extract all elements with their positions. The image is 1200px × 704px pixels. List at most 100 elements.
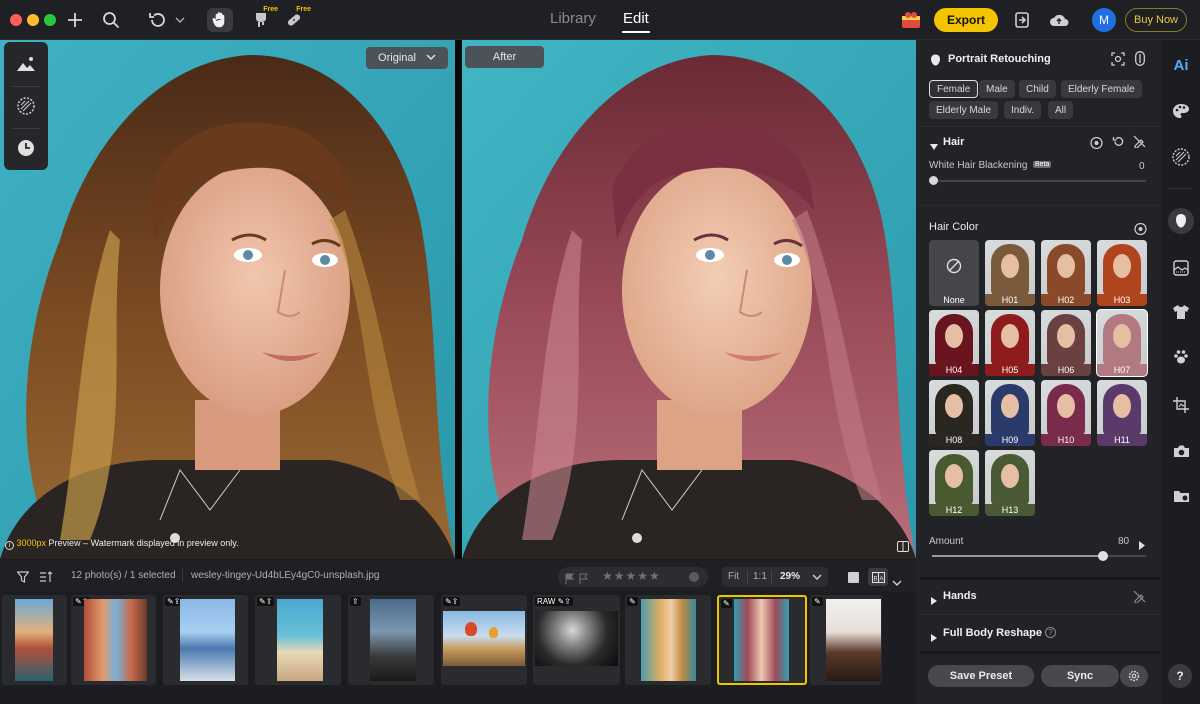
thumbnail-1[interactable] xyxy=(2,595,67,685)
thumbnail-2[interactable]: ✎⇪ xyxy=(71,595,156,685)
collapse-triangle-icon[interactable] xyxy=(930,138,938,156)
split-view-icon[interactable] xyxy=(897,539,909,557)
sync-settings-icon[interactable] xyxy=(1120,665,1148,687)
undo-icon[interactable] xyxy=(146,8,170,32)
hair-swatch-h05[interactable]: H05 xyxy=(985,310,1035,376)
hair-swatch-h01[interactable]: H01 xyxy=(985,240,1035,306)
chip-female[interactable]: Female xyxy=(929,80,979,98)
sort-icon[interactable] xyxy=(39,570,53,588)
zoom-level[interactable]: 29% xyxy=(780,571,800,582)
flag-pick-icon[interactable] xyxy=(565,571,575,589)
star-rating[interactable]: ★★★★★ xyxy=(602,569,661,583)
hair-swatch-h11[interactable]: H11 xyxy=(1097,380,1147,446)
color-label-dot[interactable] xyxy=(689,572,699,582)
history-clock-icon[interactable] xyxy=(4,128,48,168)
import-icon[interactable] xyxy=(1010,8,1034,32)
bandage-icon[interactable]: Free xyxy=(283,6,311,32)
thumbnail-5[interactable]: ⇪ xyxy=(348,595,434,685)
chip-elderly-female[interactable]: Elderly Female xyxy=(1061,80,1142,98)
portrait-module-icon[interactable] xyxy=(1168,208,1194,234)
hair-section-title[interactable]: Hair xyxy=(943,136,964,148)
after-photo[interactable] xyxy=(462,40,916,559)
texture-icon[interactable] xyxy=(1168,144,1194,170)
gift-icon[interactable] xyxy=(898,8,924,32)
export-button[interactable]: Export xyxy=(934,8,998,32)
thumbnail-7[interactable]: RAW ✎⇪ xyxy=(533,595,620,685)
tab-library[interactable]: Library xyxy=(550,10,596,27)
hair-swatch-h12[interactable]: H12 xyxy=(929,450,979,516)
zoom-fit-button[interactable]: Fit xyxy=(728,571,739,582)
hair-swatch-h08[interactable]: H08 xyxy=(929,380,979,446)
thumbnail-9-selected[interactable]: ✎ xyxy=(717,595,807,685)
tab-edit[interactable]: Edit xyxy=(623,10,649,27)
chip-child[interactable]: Child xyxy=(1019,80,1056,98)
face-select-icon[interactable] xyxy=(1111,52,1125,71)
erase-brush-icon[interactable]: Free xyxy=(250,6,278,32)
add-icon[interactable] xyxy=(64,8,86,32)
expand-triangle-icon[interactable] xyxy=(931,629,938,647)
hair-swatch-h09[interactable]: H09 xyxy=(985,380,1035,446)
compare-toggle-icon[interactable] xyxy=(1135,51,1145,71)
mountain-image-icon[interactable] xyxy=(4,44,48,84)
white-hair-slider-thumb[interactable] xyxy=(929,176,938,185)
hair-color-visibility-icon[interactable] xyxy=(1134,222,1147,240)
clothing-icon[interactable] xyxy=(1168,299,1194,325)
visibility-eye-icon[interactable] xyxy=(1090,136,1103,154)
chip-individual[interactable]: Indiv. xyxy=(1004,101,1042,119)
window-minimize-button[interactable] xyxy=(27,14,39,26)
ai-module-icon[interactable]: Ai xyxy=(1168,52,1194,78)
avatar[interactable]: M xyxy=(1092,8,1116,32)
reset-icon[interactable] xyxy=(1112,135,1125,153)
help-button[interactable]: ? xyxy=(1168,664,1192,688)
hair-swatch-h07[interactable]: H07 xyxy=(1096,309,1148,377)
full-body-section-title[interactable]: Full Body Reshape xyxy=(943,627,1042,639)
thumbnail-10[interactable]: ✎ xyxy=(810,595,882,685)
hair-swatch-h13[interactable]: H13 xyxy=(985,450,1035,516)
hands-section-title[interactable]: Hands xyxy=(943,590,977,602)
search-icon[interactable] xyxy=(100,8,122,32)
thumbnail-8[interactable]: ✎ xyxy=(625,595,711,685)
original-view-dropdown[interactable]: Original xyxy=(366,47,448,69)
white-hair-slider-track[interactable] xyxy=(932,180,1146,182)
hands-brush-off-icon[interactable] xyxy=(1133,590,1146,608)
chip-male[interactable]: Male xyxy=(979,80,1015,98)
cloud-icon[interactable] xyxy=(1046,8,1072,32)
pet-paw-icon[interactable] xyxy=(1168,344,1194,370)
amount-slider-track[interactable] xyxy=(932,555,1146,557)
brush-off-icon[interactable] xyxy=(1133,135,1146,153)
save-preset-button[interactable]: Save Preset xyxy=(928,665,1034,687)
hand-tool-icon[interactable] xyxy=(207,8,233,32)
buy-now-button[interactable]: Buy Now xyxy=(1125,8,1187,32)
thumbnail-4[interactable]: ✎⇪ xyxy=(255,595,341,685)
hair-swatch-h02[interactable]: H02 xyxy=(1041,240,1091,306)
hair-swatch-none[interactable]: None xyxy=(929,240,979,306)
hair-swatch-h10[interactable]: H10 xyxy=(1041,380,1091,446)
filter-icon[interactable] xyxy=(16,570,30,588)
palette-icon[interactable] xyxy=(1168,98,1194,124)
camera-icon[interactable] xyxy=(1168,438,1194,464)
single-view-icon[interactable] xyxy=(848,572,859,583)
original-photo[interactable] xyxy=(0,40,455,559)
before-after-view-icon[interactable]: BA xyxy=(868,568,888,586)
thumbnail-3[interactable]: ✎⇪ xyxy=(163,595,248,685)
hair-swatch-h06[interactable]: H06 xyxy=(1041,310,1091,376)
thumbnail-6[interactable]: ✎⇪ xyxy=(441,595,527,685)
texture-circle-icon[interactable] xyxy=(4,86,48,126)
amount-play-icon[interactable] xyxy=(1139,537,1145,555)
window-close-button[interactable] xyxy=(10,14,22,26)
crop-icon[interactable] xyxy=(1168,392,1194,418)
window-zoom-button[interactable] xyxy=(44,14,56,26)
help-circle-icon[interactable]: ? xyxy=(1045,627,1056,638)
chip-elderly-male[interactable]: Elderly Male xyxy=(929,101,999,119)
undo-history-chevron-icon[interactable] xyxy=(174,8,186,32)
zoom-chevron-icon[interactable] xyxy=(812,573,822,584)
chip-all[interactable]: All xyxy=(1048,101,1074,119)
flag-reject-icon[interactable] xyxy=(579,571,589,589)
hair-swatch-h03[interactable]: H03 xyxy=(1097,240,1147,306)
hair-swatch-h04[interactable]: H04 xyxy=(929,310,979,376)
view-mode-chevron-icon[interactable] xyxy=(892,574,902,592)
compare-divider[interactable] xyxy=(455,40,462,559)
expand-triangle-icon[interactable] xyxy=(931,592,938,610)
zoom-one-to-one-button[interactable]: 1:1 xyxy=(753,571,767,582)
background-module-icon[interactable] xyxy=(1168,255,1194,281)
